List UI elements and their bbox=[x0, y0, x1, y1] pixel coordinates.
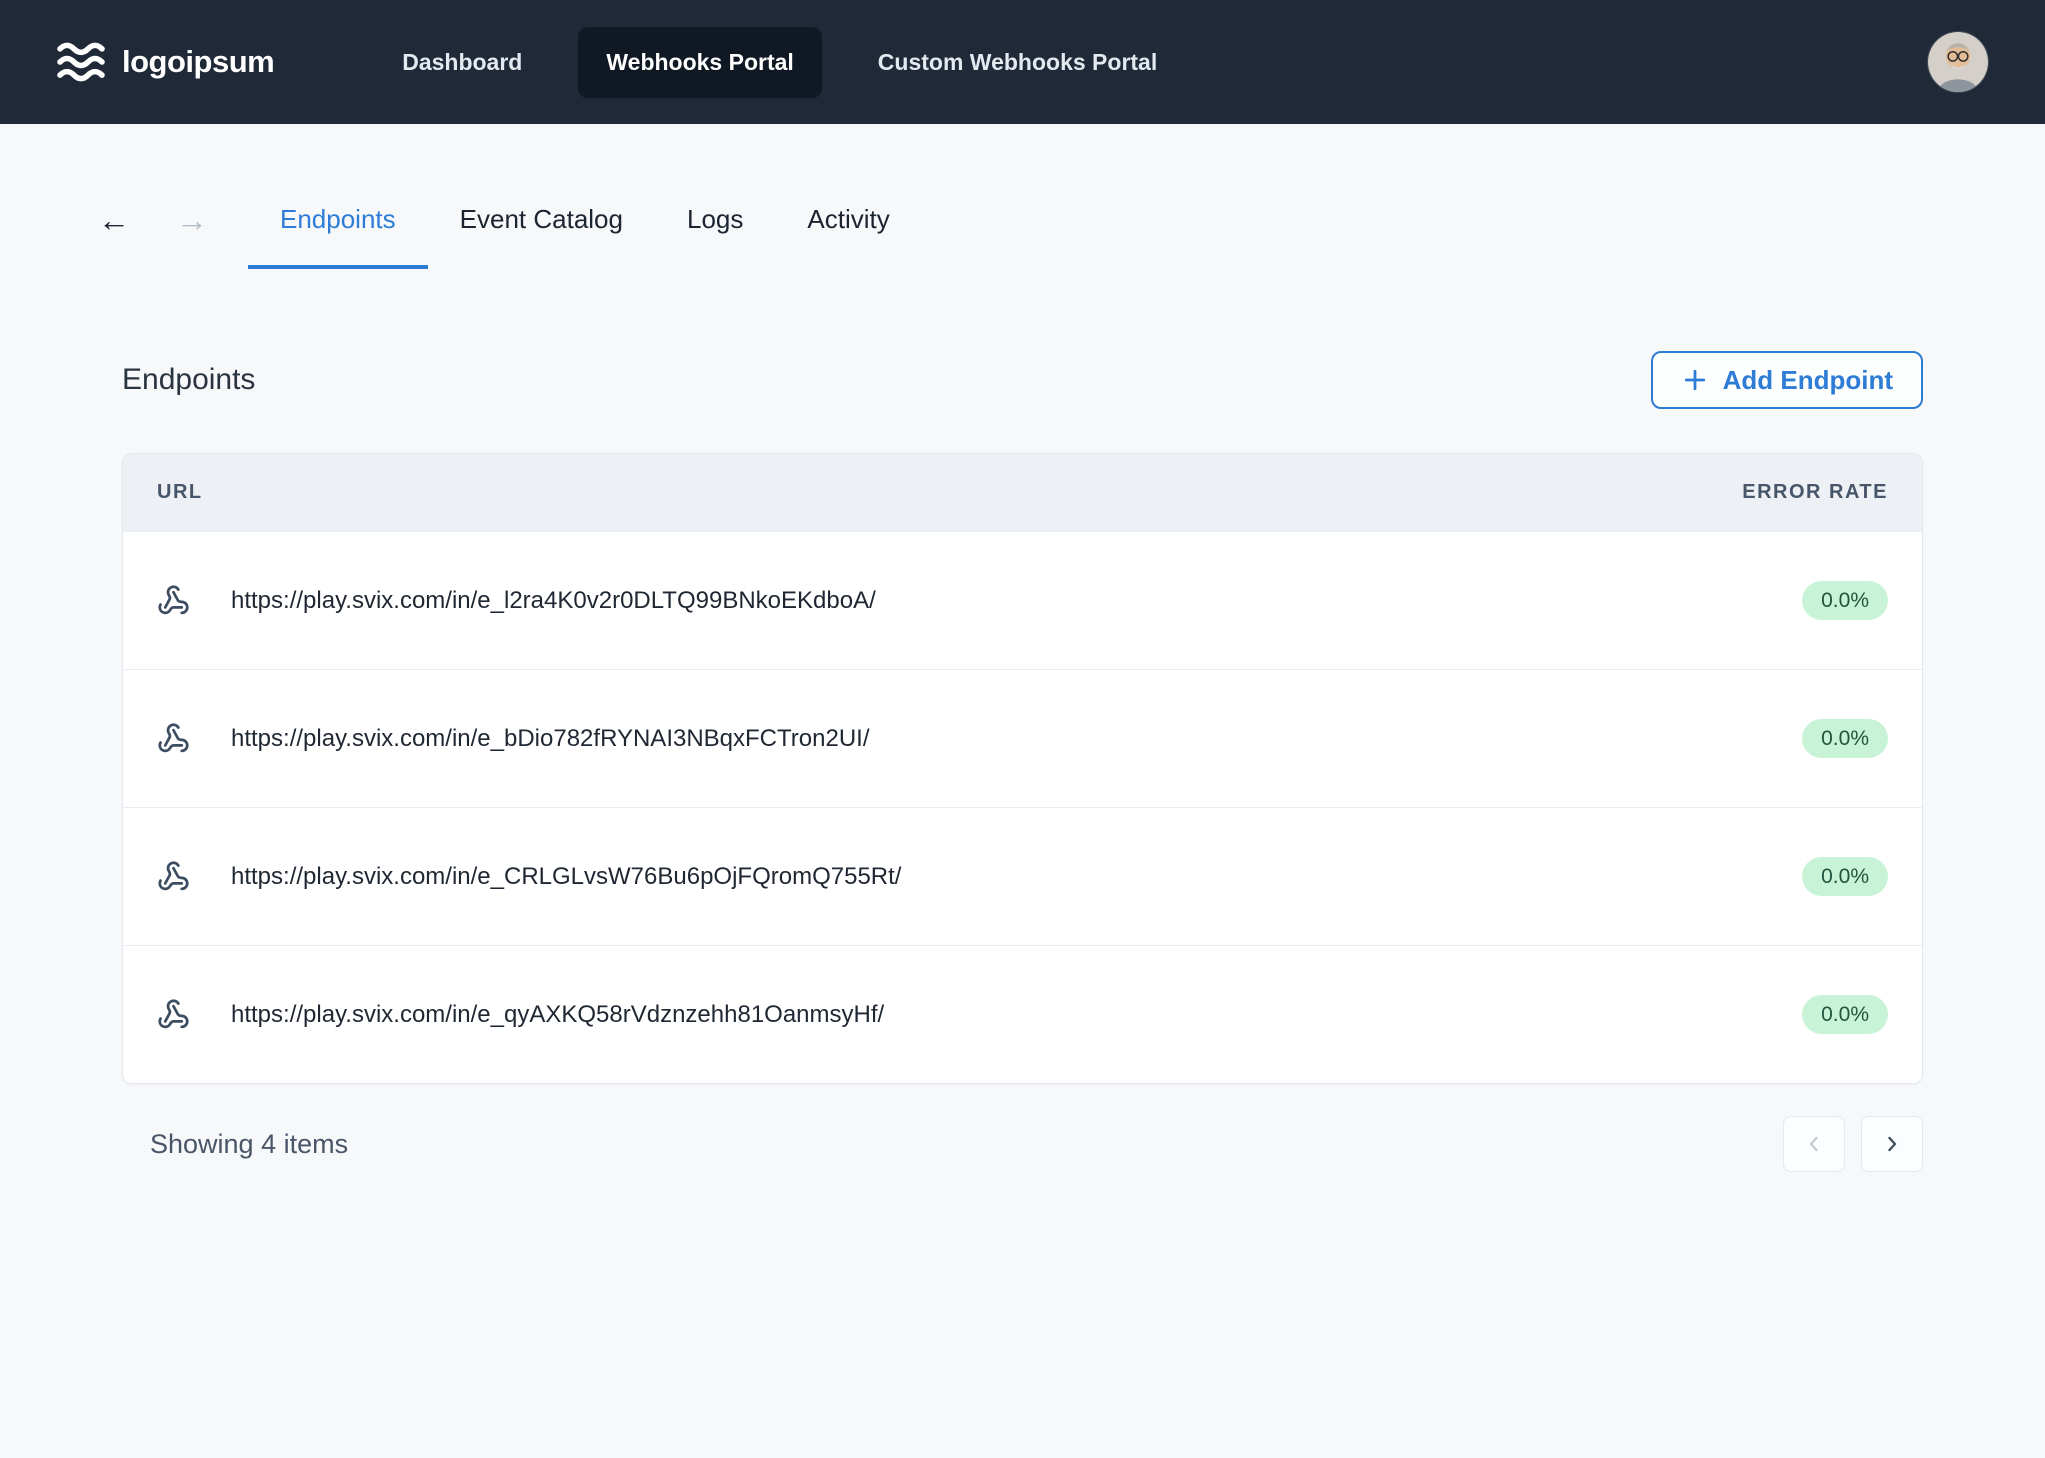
user-avatar[interactable] bbox=[1927, 31, 1989, 93]
webhook-icon bbox=[157, 722, 190, 755]
endpoint-url: https://play.svix.com/in/e_l2ra4K0v2r0DL… bbox=[231, 587, 876, 615]
tab-activity[interactable]: Activity bbox=[775, 204, 921, 269]
logo-text: logoipsum bbox=[122, 44, 274, 80]
arrow-right-icon: → bbox=[176, 202, 208, 238]
chevron-left-icon bbox=[1802, 1132, 1826, 1156]
back-button[interactable]: ← bbox=[98, 202, 130, 238]
tab-logs[interactable]: Logs bbox=[655, 204, 775, 269]
logo[interactable]: logoipsum bbox=[56, 41, 274, 83]
table-row[interactable]: https://play.svix.com/in/e_l2ra4K0v2r0DL… bbox=[123, 531, 1922, 669]
prev-page-button[interactable] bbox=[1783, 1116, 1845, 1172]
primary-nav: Dashboard Webhooks Portal Custom Webhook… bbox=[374, 27, 1185, 98]
arrow-left-icon: ← bbox=[98, 202, 130, 238]
endpoints-table: URL ERROR RATE https://play.svix.com/in/… bbox=[122, 453, 1923, 1084]
next-page-button[interactable] bbox=[1861, 1116, 1923, 1172]
logo-waves-icon bbox=[56, 41, 106, 83]
webhook-icon bbox=[157, 860, 190, 893]
endpoint-url: https://play.svix.com/in/e_bDio782fRYNAI… bbox=[231, 725, 869, 753]
chevron-right-icon bbox=[1880, 1132, 1904, 1156]
items-count: Showing 4 items bbox=[122, 1129, 348, 1160]
add-endpoint-button[interactable]: Add Endpoint bbox=[1651, 351, 1923, 409]
table-row[interactable]: https://play.svix.com/in/e_CRLGLvsW76Bu6… bbox=[123, 807, 1922, 945]
error-rate-badge: 0.0% bbox=[1802, 857, 1888, 896]
avatar-image bbox=[1928, 32, 1988, 92]
main-content: ← → Endpoints Event Catalog Logs Activit… bbox=[0, 204, 2045, 1172]
top-navbar: logoipsum Dashboard Webhooks Portal Cust… bbox=[0, 0, 2045, 124]
endpoint-url: https://play.svix.com/in/e_qyAXKQ58rVdzn… bbox=[231, 1001, 884, 1029]
table-footer: Showing 4 items bbox=[122, 1116, 1923, 1172]
error-rate-badge: 0.0% bbox=[1802, 995, 1888, 1034]
column-header-url: URL bbox=[157, 481, 203, 504]
tabs: Endpoints Event Catalog Logs Activity bbox=[248, 204, 922, 269]
page-title: Endpoints bbox=[122, 363, 255, 397]
nav-item-custom-webhooks-portal[interactable]: Custom Webhooks Portal bbox=[850, 27, 1185, 98]
nav-item-webhooks-portal[interactable]: Webhooks Portal bbox=[578, 27, 821, 98]
table-row[interactable]: https://play.svix.com/in/e_qyAXKQ58rVdzn… bbox=[123, 945, 1922, 1083]
table-header: URL ERROR RATE bbox=[123, 454, 1922, 531]
webhook-icon bbox=[157, 584, 190, 617]
section-header: Endpoints Add Endpoint bbox=[122, 351, 1923, 409]
add-endpoint-label: Add Endpoint bbox=[1723, 365, 1893, 396]
column-header-error-rate: ERROR RATE bbox=[1742, 481, 1888, 504]
tab-endpoints[interactable]: Endpoints bbox=[248, 204, 428, 269]
pagination bbox=[1783, 1116, 1923, 1172]
forward-button[interactable]: → bbox=[176, 202, 208, 238]
tab-event-catalog[interactable]: Event Catalog bbox=[428, 204, 655, 269]
webhook-icon bbox=[157, 998, 190, 1031]
table-row[interactable]: https://play.svix.com/in/e_bDio782fRYNAI… bbox=[123, 669, 1922, 807]
endpoint-url: https://play.svix.com/in/e_CRLGLvsW76Bu6… bbox=[231, 863, 901, 891]
error-rate-badge: 0.0% bbox=[1802, 719, 1888, 758]
plus-icon bbox=[1681, 366, 1709, 394]
error-rate-badge: 0.0% bbox=[1802, 581, 1888, 620]
nav-item-dashboard[interactable]: Dashboard bbox=[374, 27, 550, 98]
portal-tab-bar: ← → Endpoints Event Catalog Logs Activit… bbox=[122, 204, 1923, 269]
